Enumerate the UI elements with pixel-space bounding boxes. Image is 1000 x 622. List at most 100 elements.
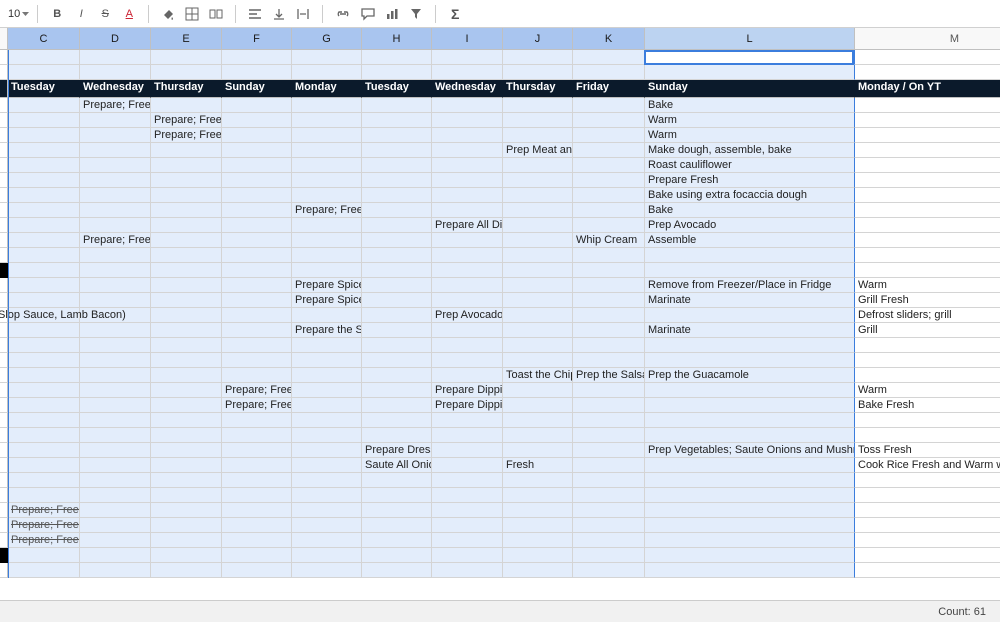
cell[interactable] xyxy=(222,218,292,233)
cell[interactable] xyxy=(573,488,645,503)
cell[interactable]: Prep Meat and Roast Veggies; Re xyxy=(503,143,573,158)
cell[interactable]: Prep the Salsa & xyxy=(573,368,645,383)
cell[interactable] xyxy=(432,428,503,443)
cell[interactable] xyxy=(362,113,432,128)
cell[interactable] xyxy=(362,293,432,308)
cell[interactable] xyxy=(8,143,80,158)
cell[interactable]: Warm xyxy=(855,383,1000,398)
cell[interactable] xyxy=(573,533,645,548)
cell[interactable] xyxy=(80,428,151,443)
cell[interactable] xyxy=(503,113,573,128)
cell[interactable] xyxy=(80,50,151,65)
cell[interactable] xyxy=(645,533,855,548)
cell[interactable]: Prepare Fresh xyxy=(645,173,855,188)
cell[interactable] xyxy=(573,158,645,173)
cell[interactable] xyxy=(573,50,645,65)
cell[interactable] xyxy=(573,443,645,458)
cell[interactable] xyxy=(503,338,573,353)
cell[interactable]: Prepare; Freeze xyxy=(8,518,80,533)
cell[interactable] xyxy=(151,323,222,338)
cell[interactable] xyxy=(292,428,362,443)
cell[interactable] xyxy=(292,443,362,458)
cell[interactable] xyxy=(292,173,362,188)
cell[interactable] xyxy=(432,488,503,503)
cell[interactable] xyxy=(222,203,292,218)
cell[interactable] xyxy=(432,473,503,488)
cell[interactable] xyxy=(151,203,222,218)
header-cell[interactable]: Monday xyxy=(292,80,362,98)
cell[interactable] xyxy=(645,308,855,323)
cell[interactable] xyxy=(855,233,1000,248)
cell[interactable] xyxy=(8,203,80,218)
cell[interactable] xyxy=(855,50,1000,65)
cell[interactable] xyxy=(8,293,80,308)
cell[interactable] xyxy=(151,533,222,548)
cell[interactable] xyxy=(503,308,573,323)
cell[interactable] xyxy=(80,413,151,428)
cell[interactable]: Bake Fresh xyxy=(855,398,1000,413)
cell[interactable] xyxy=(222,113,292,128)
cell[interactable] xyxy=(855,473,1000,488)
cell[interactable] xyxy=(503,413,573,428)
cell[interactable]: Cook Rice Fresh and Warm with Oni xyxy=(855,458,1000,473)
cell[interactable]: Roast cauliflower xyxy=(645,158,855,173)
cell[interactable] xyxy=(362,218,432,233)
cell[interactable] xyxy=(8,398,80,413)
cell[interactable]: Assemble xyxy=(645,233,855,248)
cell[interactable]: Prepare; Freeze Raw xyxy=(80,98,151,113)
cell[interactable] xyxy=(80,323,151,338)
cell[interactable] xyxy=(855,173,1000,188)
column-header-M[interactable]: M xyxy=(855,28,1000,49)
cell[interactable] xyxy=(855,218,1000,233)
cell[interactable] xyxy=(645,263,855,278)
cell[interactable] xyxy=(855,548,1000,563)
cell[interactable] xyxy=(573,338,645,353)
cell[interactable] xyxy=(8,218,80,233)
cell[interactable]: Fresh xyxy=(503,458,573,473)
cell[interactable] xyxy=(432,293,503,308)
filter-button[interactable] xyxy=(405,3,427,25)
cell[interactable] xyxy=(8,248,80,263)
cell[interactable] xyxy=(151,563,222,578)
cell[interactable] xyxy=(362,548,432,563)
cell[interactable] xyxy=(573,398,645,413)
cell[interactable] xyxy=(573,248,645,263)
cell[interactable] xyxy=(855,353,1000,368)
cell[interactable] xyxy=(432,158,503,173)
cell[interactable] xyxy=(292,533,362,548)
cell[interactable] xyxy=(573,548,645,563)
column-header-G[interactable]: G xyxy=(292,28,362,49)
cell[interactable] xyxy=(573,383,645,398)
cell[interactable] xyxy=(8,128,80,143)
cell[interactable] xyxy=(503,218,573,233)
cell[interactable] xyxy=(432,518,503,533)
cell[interactable] xyxy=(151,383,222,398)
cell[interactable] xyxy=(645,413,855,428)
cell[interactable]: Defrost sliders; grill xyxy=(855,308,1000,323)
cell[interactable] xyxy=(362,518,432,533)
cell[interactable] xyxy=(503,248,573,263)
cell[interactable] xyxy=(8,353,80,368)
cell[interactable] xyxy=(362,488,432,503)
cell[interactable] xyxy=(151,293,222,308)
cell[interactable] xyxy=(573,473,645,488)
cell[interactable] xyxy=(645,383,855,398)
cell[interactable] xyxy=(80,398,151,413)
cell[interactable] xyxy=(80,353,151,368)
cell[interactable] xyxy=(362,473,432,488)
cell[interactable] xyxy=(8,473,80,488)
cell[interactable] xyxy=(8,98,80,113)
cell[interactable] xyxy=(432,353,503,368)
cell[interactable] xyxy=(573,263,645,278)
cell[interactable]: Prepare Dipping Sauce xyxy=(432,398,503,413)
underline-button[interactable]: A xyxy=(118,3,140,25)
column-header-C[interactable]: C xyxy=(8,28,80,49)
cell[interactable] xyxy=(362,413,432,428)
h-align-button[interactable] xyxy=(244,3,266,25)
cell[interactable] xyxy=(432,278,503,293)
column-header-D[interactable]: D xyxy=(80,28,151,49)
cell[interactable] xyxy=(573,278,645,293)
functions-button[interactable]: Σ xyxy=(444,3,466,25)
cell[interactable] xyxy=(292,458,362,473)
cell[interactable]: Warm xyxy=(855,278,1000,293)
